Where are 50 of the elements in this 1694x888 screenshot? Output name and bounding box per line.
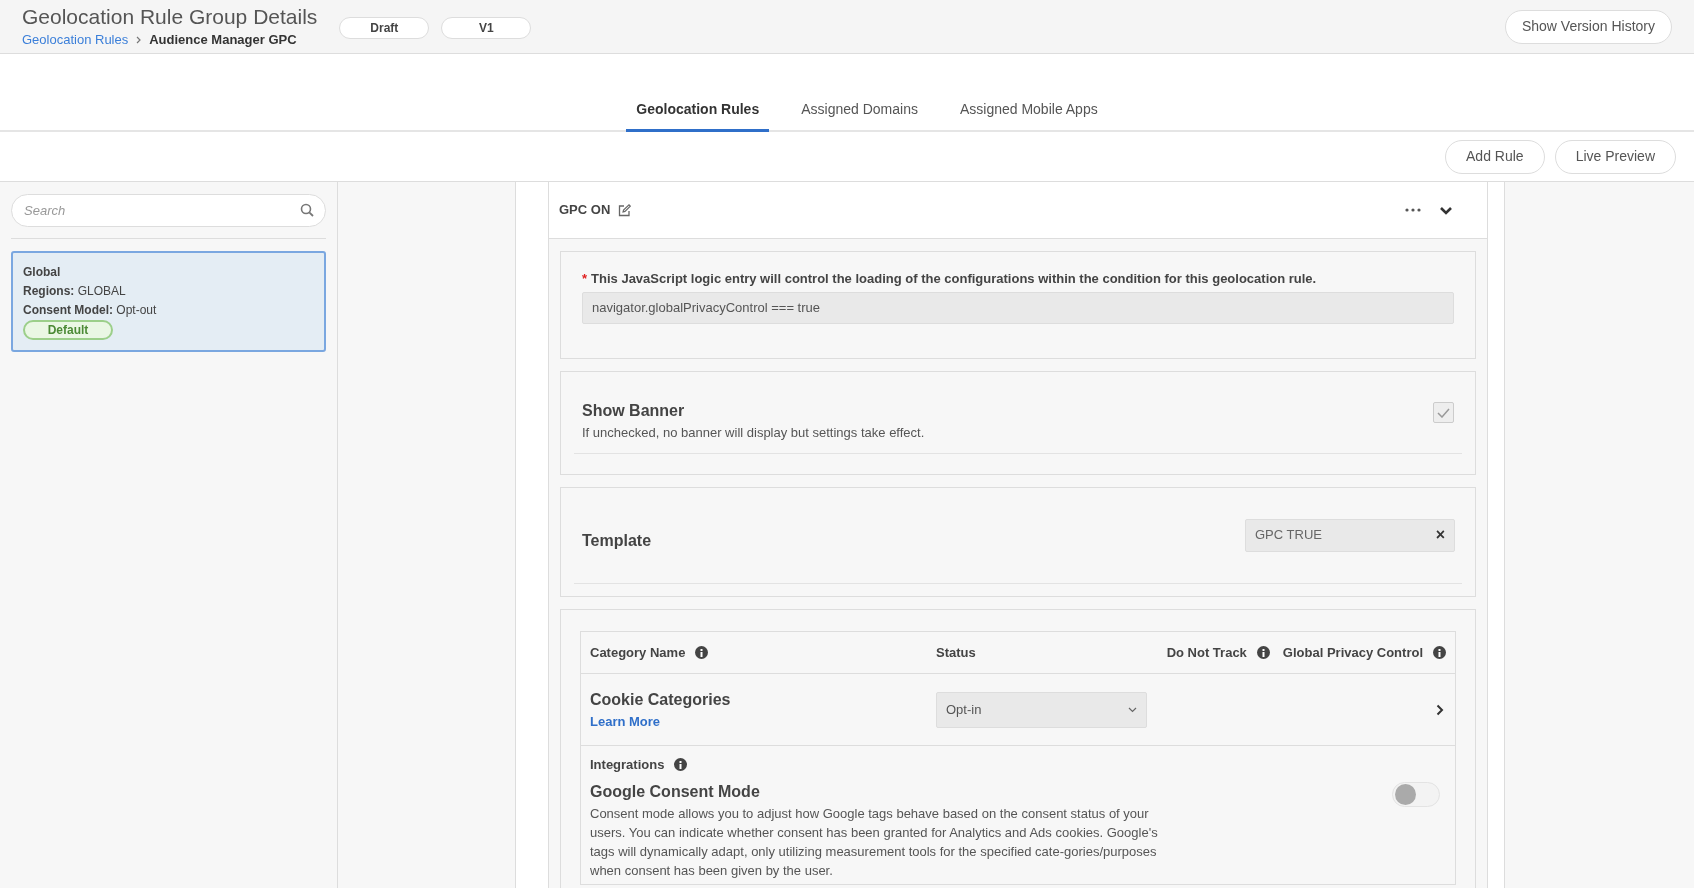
info-icon <box>695 646 709 659</box>
category-name: Cookie Categories <box>590 689 732 710</box>
info-icon <box>674 758 688 772</box>
action-button[interactable]: Live Preview <box>1554 139 1676 174</box>
chevron-right-icon[interactable] <box>1436 703 1444 716</box>
column-header: Global Privacy Control <box>1282 643 1423 662</box>
column-header: Status <box>936 643 976 662</box>
setting-description: If unchecked, no banner will display but settings take effect. <box>582 424 925 442</box>
integration-title: Google Consent Mode <box>590 781 761 802</box>
tab[interactable]: Assigned Mobile Apps <box>949 99 1108 132</box>
version-history-button[interactable]: Show Version History <box>1504 9 1672 44</box>
breadcrumb-current: Audience Manager GPC <box>149 30 297 49</box>
logic-input-field[interactable]: navigator.globalPrivacyControl === true <box>582 291 1454 324</box>
integration-description: Consent mode allows you to adjust how Google tags behave based on the consent status of your users. You can indicate whether consent has been granted for Analytics and Ads cookies. Google's tags will dynamically adapt, only utilizing measurement tools for the specified cate-gories/purposes when consent has been given by the user. <box>590 804 1158 880</box>
clear-button[interactable]: × <box>1435 523 1445 547</box>
condition-label: * This JavaScript logic entry will control the loading of the configurations within the condition for this geolocation rule. <box>582 270 1318 288</box>
learn-more-link[interactable]: Learn More <box>590 711 661 732</box>
more-icon[interactable] <box>1405 208 1421 212</box>
info-icon <box>1256 646 1270 659</box>
rule-title: GPC ON <box>559 201 611 220</box>
default-badge: Default <box>23 320 113 340</box>
column-header: Category Name <box>590 643 686 662</box>
search-icon[interactable] <box>300 203 314 217</box>
rule-name: Global <box>23 264 62 281</box>
setting-title: Show Banner <box>582 401 686 421</box>
breadcrumb-link[interactable]: Geolocation Rules <box>22 29 129 50</box>
chevron-icon[interactable] <box>1439 205 1453 215</box>
check-icon <box>1437 407 1450 418</box>
info-icon <box>1433 646 1446 659</box>
status-badge: Draft <box>339 17 430 39</box>
edit-icon[interactable] <box>618 203 632 217</box>
dropdown-value: Opt-in <box>946 700 982 719</box>
column-header: Do Not Track <box>1166 643 1247 662</box>
tab[interactable]: Geolocation Rules <box>626 99 770 132</box>
consent-model-text: Consent Model: Opt-out <box>23 302 158 319</box>
toggle-switch[interactable] <box>1392 781 1440 807</box>
action-button[interactable]: Add Rule <box>1445 139 1545 174</box>
status-badge: V1 <box>441 17 532 39</box>
rule-card[interactable]: Global Regions: GLOBAL Consent Model: Opt-out Default <box>11 251 326 352</box>
search-field[interactable]: Search <box>11 194 326 227</box>
template-label: Template <box>582 531 652 551</box>
caret-icon <box>1128 706 1137 713</box>
template-select[interactable]: GPC TRUE × <box>1245 518 1455 552</box>
integrations-label: Integrations <box>590 756 665 774</box>
tab[interactable]: Assigned Domains <box>791 99 928 132</box>
regions-text: Regions: GLOBAL <box>23 283 127 300</box>
status-dropdown[interactable]: Opt-in <box>936 691 1147 728</box>
template-value: GPC TRUE <box>1255 526 1322 545</box>
chevron-right-icon <box>136 35 142 44</box>
page-title: Geolocation Rule Group Details <box>22 3 318 30</box>
